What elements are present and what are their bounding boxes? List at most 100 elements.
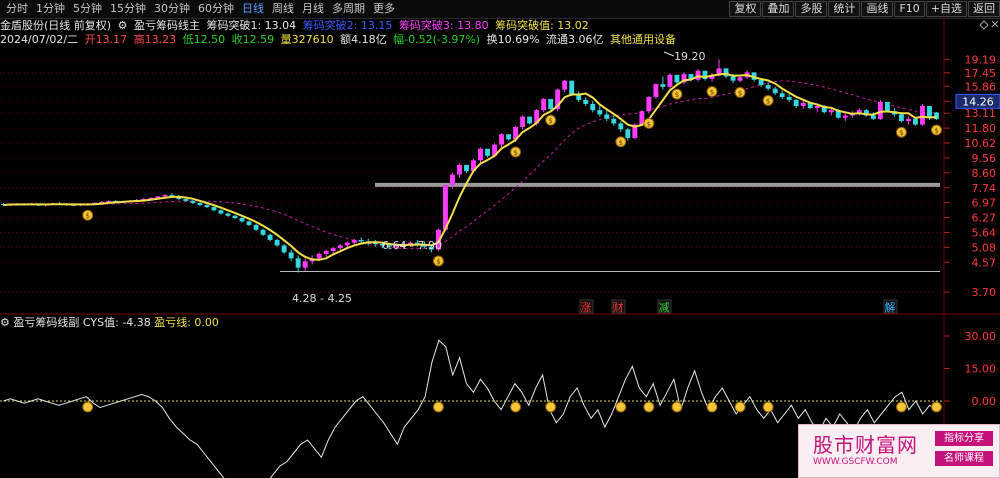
event-marker-0: 涨	[581, 301, 592, 314]
money-bag-glyph: $	[675, 91, 679, 99]
money-bag-glyph: $	[436, 258, 440, 266]
candle-body	[323, 250, 329, 254]
candle-body	[239, 217, 245, 222]
money-bag-glyph: $	[710, 89, 714, 97]
price-tick-label: 13.11	[965, 107, 997, 120]
high-price-pointer	[663, 51, 675, 57]
candle-body	[786, 97, 792, 100]
candle-body	[793, 99, 799, 106]
price-tick-label: 11.80	[965, 122, 997, 135]
candle-body	[302, 261, 308, 268]
event-marker-3: 解	[885, 300, 896, 314]
candle-body	[162, 195, 168, 197]
candle-body	[211, 207, 217, 211]
candle-body	[884, 101, 890, 112]
price-tick-label: 4.57	[972, 256, 997, 269]
badge-teacher-course: 名师课程	[935, 451, 993, 466]
candle-body	[842, 115, 848, 118]
candle-body	[730, 76, 736, 81]
sub-axis-label: 15.00	[965, 363, 997, 376]
kline-chart[interactable]: 19.1917.4515.86 14.2613.11 11.80 10.62 9.56 8…	[0, 0, 1000, 478]
money-bag-icon	[734, 401, 746, 413]
watermark-url: WWW.GSCFW.COM	[813, 457, 898, 467]
price-tick-label: 8.60	[972, 167, 997, 180]
candle-body	[358, 239, 364, 242]
candle-body	[351, 239, 357, 243]
current-price-label: 14.26	[962, 95, 994, 108]
price-tick-label: 7.74	[972, 182, 997, 195]
sub-axis-label: 0.00	[972, 395, 997, 408]
candle-body	[260, 229, 266, 235]
candle-body	[828, 110, 834, 113]
candle-body	[814, 105, 820, 109]
candle-body	[267, 234, 273, 240]
candle-body	[506, 134, 512, 140]
candle-body	[344, 242, 350, 246]
candle-body	[218, 210, 224, 214]
candle-body	[905, 118, 911, 122]
candle-body	[765, 85, 771, 89]
candle-body	[562, 80, 568, 90]
candle-body	[590, 103, 596, 111]
money-bag-icon	[762, 401, 774, 413]
badge-indicator-share: 指标分享	[935, 431, 993, 446]
money-bag-glyph: $	[85, 212, 89, 220]
price-tick-label: 10.62	[965, 137, 997, 150]
candle-body	[232, 215, 238, 218]
candle-body	[204, 205, 210, 208]
candle-body	[800, 102, 806, 106]
event-marker-2: 减	[659, 301, 670, 314]
candle-body	[576, 95, 582, 100]
sub-indicator-info: ⚙ 盈亏筹码线副 CYS值: -4.38 盈亏线: 0.00	[0, 316, 219, 330]
price-tick-label: 6.27	[972, 212, 997, 225]
gear-icon[interactable]: ⚙	[0, 316, 10, 329]
money-bag-glyph: $	[619, 139, 623, 147]
money-bag-glyph: $	[513, 149, 517, 157]
candle-body	[667, 74, 673, 87]
price-tick-label: 9.56	[972, 152, 997, 165]
range-line-upper	[375, 182, 940, 187]
money-bag-icon	[930, 401, 942, 413]
candle-body	[197, 202, 203, 206]
money-bag-glyph: $	[647, 120, 651, 128]
sub-axis-label: 30.00	[965, 330, 997, 343]
price-tick-label: 6.97	[972, 197, 997, 210]
money-bag-icon	[510, 401, 522, 413]
money-bag-icon	[671, 401, 683, 413]
high-price-annotation: 19.20	[674, 50, 706, 63]
candle-body	[898, 114, 904, 122]
cys-value: CYS值: -4.38	[82, 316, 151, 329]
price-tick-label: 17.45	[965, 67, 997, 80]
candle-body	[520, 116, 526, 127]
candle-body	[604, 114, 610, 119]
watermark-logo: 股市财富网 WWW.GSCFW.COM 指标分享 名师课程	[798, 424, 1000, 478]
candle-body	[464, 164, 469, 172]
candle-body	[288, 252, 294, 259]
candle-body	[330, 248, 336, 251]
candle-body	[281, 245, 287, 253]
money-bag-glyph: $	[738, 89, 742, 97]
money-bag-icon	[545, 401, 557, 413]
candle-body	[653, 84, 659, 98]
candle-body	[527, 116, 533, 124]
candle-body	[660, 84, 666, 87]
candle-body	[625, 129, 631, 139]
candle-body	[737, 77, 743, 81]
candle-body	[485, 148, 490, 156]
money-bag-glyph: $	[934, 127, 938, 135]
sub-indicator-name[interactable]: 盈亏筹码线副	[13, 316, 79, 329]
candle-body	[646, 97, 652, 112]
candle-body	[758, 79, 764, 86]
candle-body	[450, 174, 455, 185]
price-tick-label: 19.19	[965, 53, 997, 66]
candle-body	[920, 105, 925, 125]
candle-body	[541, 98, 547, 111]
candle-body	[779, 93, 785, 98]
candle-body	[870, 115, 876, 119]
candle-body	[246, 221, 252, 225]
event-marker-1: 财	[613, 300, 624, 314]
price-tick-label: 5.64	[972, 227, 997, 240]
pl-value: 盈亏线: 0.00	[154, 316, 219, 329]
candle-body	[877, 101, 883, 119]
candle-body	[190, 200, 196, 203]
